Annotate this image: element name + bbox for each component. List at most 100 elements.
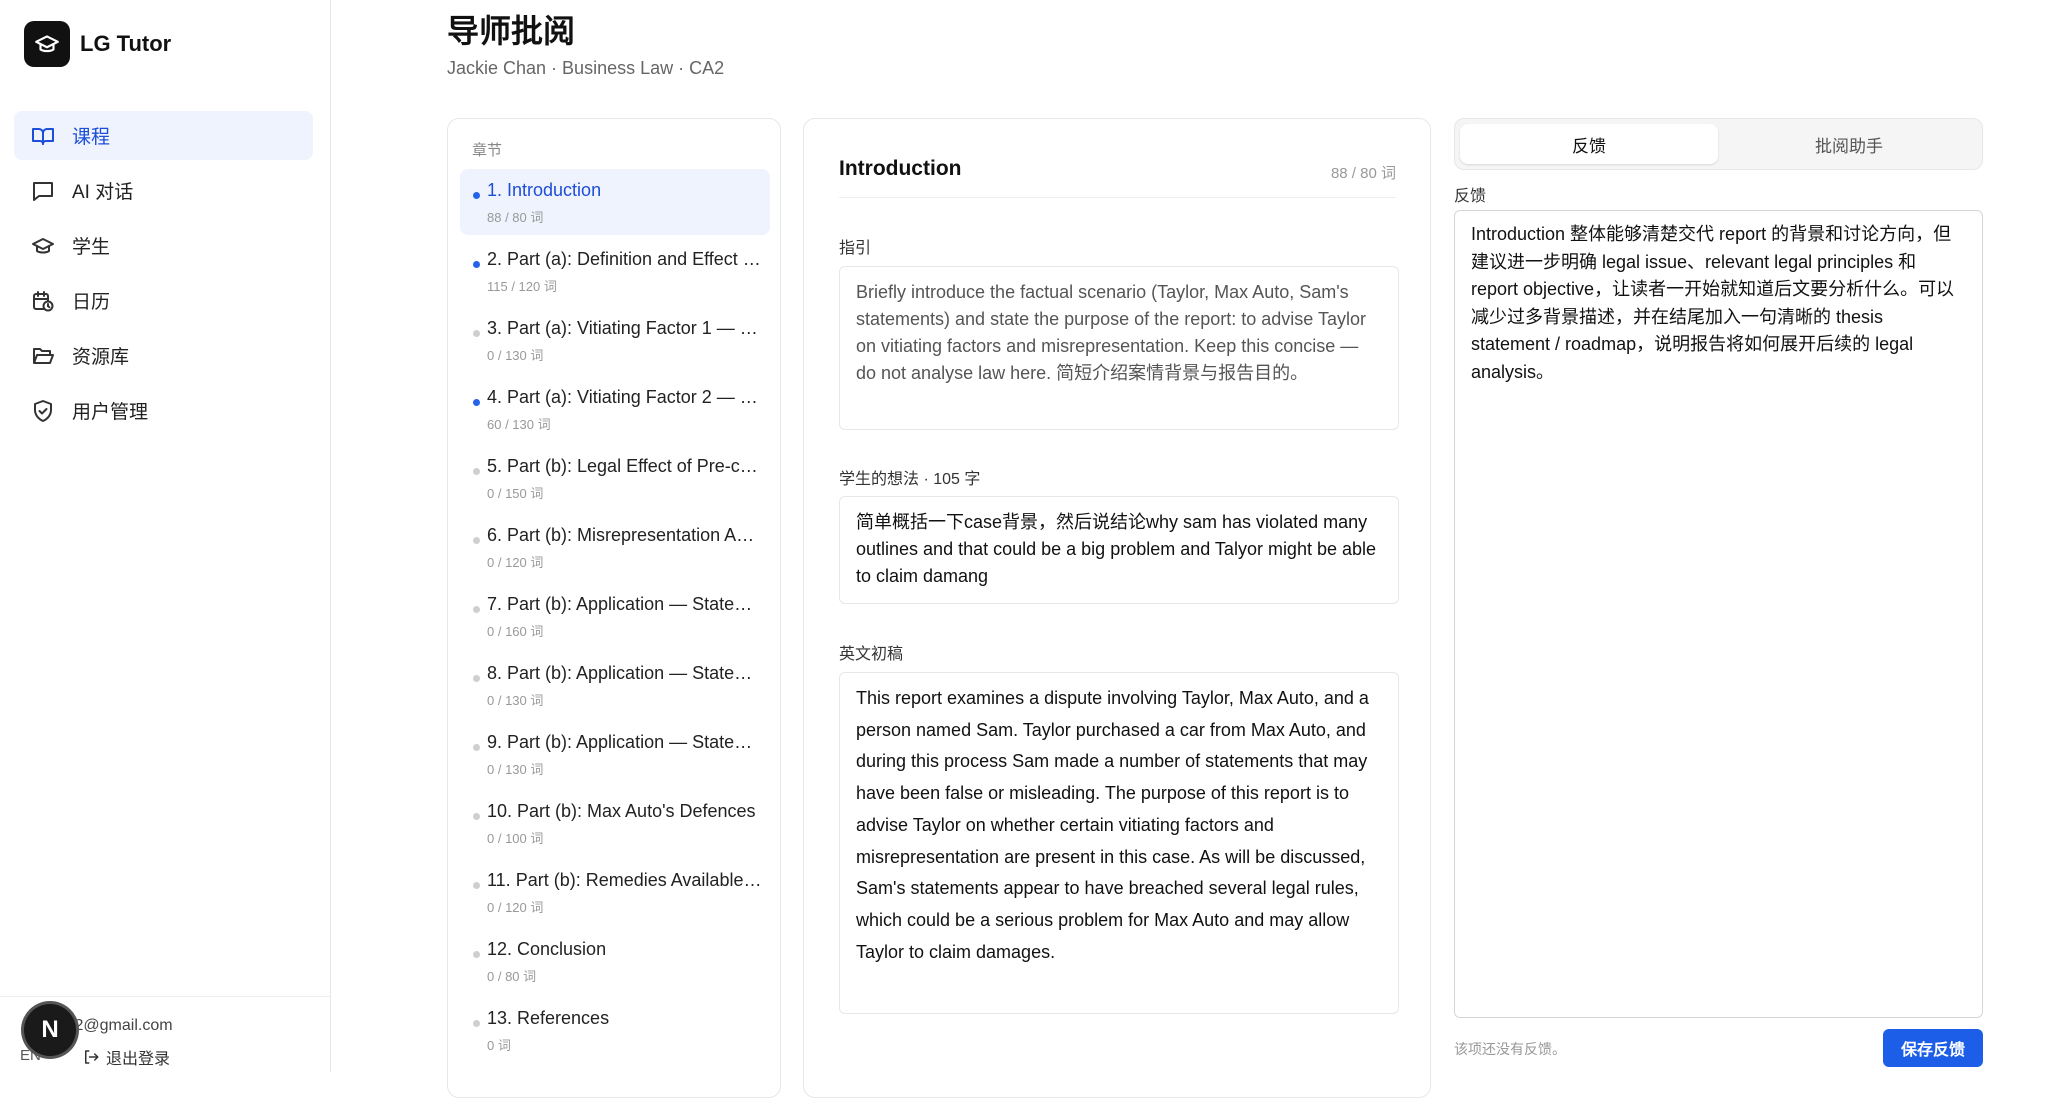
brand[interactable]: LG Tutor (24, 21, 171, 67)
chapter-title: 2. Part (a): Definition and Effect of Mi… (487, 249, 762, 269)
chapter-item[interactable]: 8. Part (b): Application — Statement 2 0… (460, 652, 770, 718)
draft-label: 英文初稿 (839, 646, 904, 663)
graduation-cap-logo-icon (24, 21, 70, 67)
app-name: LG Tutor (80, 31, 172, 56)
chapter-word-count: 0 / 130 词 (487, 348, 544, 363)
chapter-word-count: 60 / 130 词 (487, 417, 551, 432)
chapter-word-count: 0 / 160 词 (487, 624, 544, 639)
avatar[interactable]: N (24, 1004, 76, 1056)
nav-item-label: 日历 (72, 292, 111, 313)
chapter-item[interactable]: 5. Part (b): Legal Effect of Pre-contrac… (460, 445, 770, 511)
chapter-status-dot (473, 1020, 480, 1027)
nav-item-user-management[interactable]: 用户管理 (14, 386, 313, 435)
nav-item-courses[interactable]: 课程 (14, 111, 313, 160)
logout-label: 退出登录 (106, 1051, 171, 1068)
tab-review-assistant[interactable]: 批阅助手 (1720, 124, 1978, 164)
nav-item-ai-chat[interactable]: AI 对话 (14, 166, 313, 215)
logout-button[interactable]: 退出登录 (82, 1045, 170, 1069)
section-word-count: 88 / 80 词 (1330, 165, 1396, 182)
english-draft-box: This report examines a dispute involving… (839, 672, 1399, 1014)
chapter-item[interactable]: 9. Part (b): Application — Statement 3 0… (460, 721, 770, 787)
chapter-title: 4. Part (a): Vitiating Factor 2 — Undue … (487, 387, 762, 407)
chapter-item[interactable]: 1. Introduction 88 / 80 词 (460, 169, 770, 235)
nav-item-label: 用户管理 (72, 402, 149, 423)
chapter-word-count: 0 / 120 词 (487, 555, 544, 570)
main-nav: 课程 AI 对话 学生 日历 资源库 用户管理 (14, 111, 313, 441)
chapter-title: 5. Part (b): Legal Effect of Pre-contrac… (487, 456, 762, 476)
chapter-title: 9. Part (b): Application — Statement 3 (487, 732, 762, 752)
chapter-item[interactable]: 6. Part (b): Misrepresentation Analysis … (460, 514, 770, 580)
folder-open-icon (30, 343, 56, 369)
student-idea-box: 简单概括一下case背景，然后说结论why sam has violated m… (839, 496, 1399, 604)
nav-item-calendar[interactable]: 日历 (14, 276, 313, 325)
tab-feedback[interactable]: 反馈 (1460, 124, 1718, 164)
chapter-word-count: 0 / 120 词 (487, 900, 544, 915)
chapter-title: 1. Introduction (487, 180, 602, 200)
chapter-status-dot (473, 951, 480, 958)
guide-box: Briefly introduce the factual scenario (… (839, 266, 1399, 430)
chapter-item[interactable]: 7. Part (b): Application — Statement 1 0… (460, 583, 770, 649)
shield-check-icon (30, 398, 56, 424)
chapter-title: 6. Part (b): Misrepresentation Analysis (487, 525, 762, 545)
chapter-status-dot (473, 675, 480, 682)
chapter-title: 12. Conclusion (487, 939, 607, 959)
chapter-item[interactable]: 12. Conclusion 0 / 80 词 (460, 928, 770, 994)
chapter-status-dot (473, 882, 480, 889)
chapter-word-count: 115 / 120 词 (487, 279, 557, 294)
divider (839, 197, 1396, 198)
chapter-item[interactable]: 2. Part (a): Definition and Effect of Mi… (460, 238, 770, 304)
page-subtitle: Jackie Chan · Business Law · CA2 (447, 58, 725, 78)
review-tabs: 反馈 批阅助手 (1454, 118, 1983, 170)
chapter-word-count: 0 / 100 词 (487, 831, 544, 846)
chapter-item[interactable]: 3. Part (a): Vitiating Factor 1 — Misrep… (460, 307, 770, 373)
chapter-status-dot (473, 744, 480, 751)
nav-item-label: 资源库 (72, 347, 130, 368)
section-editor: Introduction 88 / 80 词 指引 Briefly introd… (803, 118, 1431, 1098)
chapter-item[interactable]: 11. Part (b): Remedies Available to Tayl… (460, 859, 770, 925)
chapter-title: 10. Part (b): Max Auto's Defences (487, 801, 756, 821)
feedback-status: 该项还没有反馈。 (1454, 1041, 1566, 1057)
book-open-icon (30, 123, 56, 149)
chapter-status-dot (473, 813, 480, 820)
chapter-title: 8. Part (b): Application — Statement 2 (487, 663, 762, 683)
chapter-item[interactable]: 13. References 0 词 (460, 997, 770, 1063)
chapter-word-count: 0 / 150 词 (487, 486, 544, 501)
section-title: Introduction (839, 157, 962, 180)
chapter-word-count: 0 词 (487, 1038, 511, 1053)
graduation-cap-icon (30, 233, 56, 259)
chapter-title: 3. Part (a): Vitiating Factor 1 — Misrep… (487, 318, 762, 338)
chapter-word-count: 0 / 80 词 (487, 969, 537, 984)
nav-item-students[interactable]: 学生 (14, 221, 313, 270)
chapter-status-dot (473, 468, 480, 475)
chat-bubble-icon (30, 178, 56, 204)
chapter-status-dot (473, 192, 480, 199)
sidebar: LG Tutor 课程 AI 对话 学生 日历 资源库 用户管理 zhang12… (0, 0, 331, 1072)
chapter-title: 13. References (487, 1008, 610, 1028)
chapter-item[interactable]: 4. Part (a): Vitiating Factor 2 — Undue … (460, 376, 770, 442)
logout-icon (82, 1048, 100, 1066)
chapter-status-dot (473, 261, 480, 268)
feedback-label: 反馈 (1454, 188, 1487, 205)
chapter-status-dot (473, 399, 480, 406)
nav-item-label: 课程 (72, 127, 111, 148)
student-idea-label: 学生的想法 · 105 字 (839, 471, 981, 488)
chapter-status-dot (473, 330, 480, 337)
chapter-word-count: 88 / 80 词 (487, 210, 544, 225)
guide-label: 指引 (839, 240, 872, 257)
nav-item-label: AI 对话 (72, 182, 134, 203)
chapter-word-count: 0 / 130 词 (487, 762, 544, 777)
chapter-item[interactable]: 10. Part (b): Max Auto's Defences 0 / 10… (460, 790, 770, 856)
chapter-title: 7. Part (b): Application — Statement 1 (487, 594, 762, 614)
save-feedback-button[interactable]: 保存反馈 (1883, 1029, 1983, 1067)
feedback-textarea[interactable]: Introduction 整体能够清楚交代 report 的背景和讨论方向，但建… (1454, 210, 1983, 1018)
nav-item-label: 学生 (72, 237, 111, 258)
chapter-list: 章节 1. Introduction 88 / 80 词 2. Part (a)… (447, 118, 781, 1098)
page-title: 导师批阅 (447, 13, 576, 49)
chapter-title: 11. Part (b): Remedies Available to Tayl… (487, 870, 762, 890)
chapter-status-dot (473, 537, 480, 544)
chapter-word-count: 0 / 130 词 (487, 693, 544, 708)
calendar-clock-icon (30, 288, 56, 314)
nav-item-library[interactable]: 资源库 (14, 331, 313, 380)
chapter-status-dot (473, 606, 480, 613)
chapter-list-heading: 章节 (472, 142, 503, 159)
